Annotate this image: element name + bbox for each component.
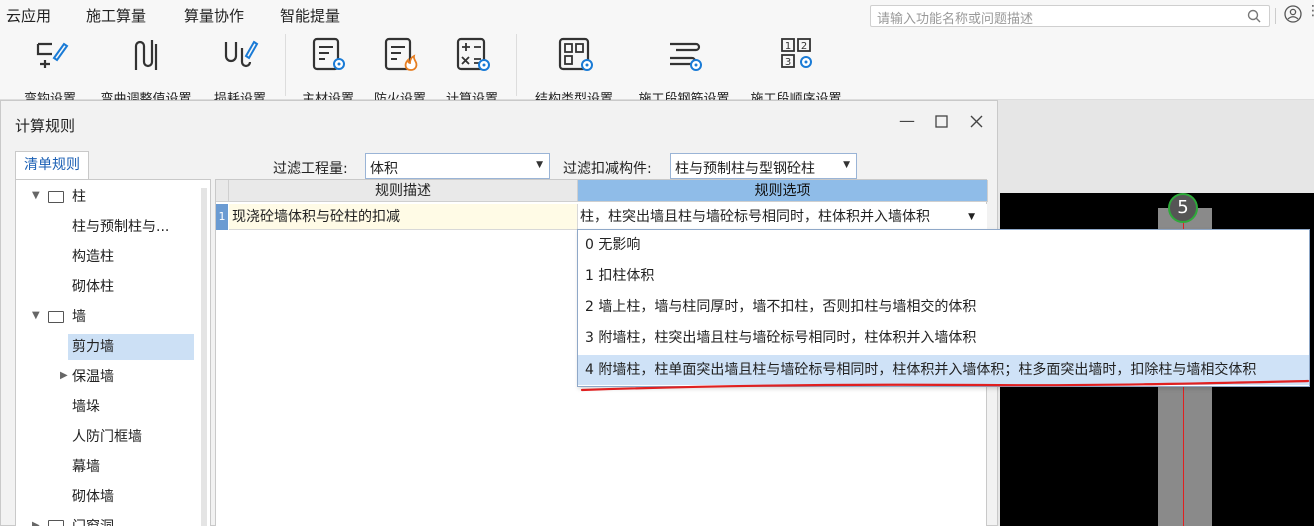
- segment-order-icon: 1 2 3: [781, 38, 812, 68]
- dropdown-option[interactable]: 2 墙上柱，墙与柱同厚时，墙不扣柱，否则扣柱与墙相交的体积: [578, 292, 1309, 322]
- structure-type-icon: [558, 37, 593, 71]
- filter-quantity-value: 体积: [370, 161, 398, 177]
- hook-settings-button[interactable]: 弯钩设置: [22, 32, 78, 107]
- dropdown-option[interactable]: 1 扣柱体积: [578, 261, 1309, 291]
- tree-node-shear-wall[interactable]: 剪力墙: [68, 334, 194, 360]
- tree-node-curtain-wall[interactable]: 幕墙: [72, 454, 100, 480]
- folder-icon: [48, 191, 64, 203]
- annotation-underline: [580, 379, 1310, 392]
- grid-header-option[interactable]: 规则选项: [578, 180, 988, 202]
- tree-node-door-window-opening[interactable]: 门窗洞: [72, 514, 114, 526]
- search-icon[interactable]: [1247, 9, 1261, 23]
- filter-quantity-label: 过滤工程量:: [273, 161, 348, 177]
- chevron-down-icon: ▼: [843, 160, 850, 170]
- axis-bubble[interactable]: 5: [1168, 193, 1198, 223]
- tree-node-wall[interactable]: 墙: [72, 304, 86, 330]
- chevron-right-icon[interactable]: ▶: [32, 520, 40, 526]
- bend-adjust-settings-button[interactable]: 弯曲调整值设置: [100, 32, 192, 107]
- hook-settings-icon: [36, 42, 69, 68]
- tree-node-wall-pier[interactable]: 墙垛: [72, 394, 100, 420]
- tree-scrollbar[interactable]: [201, 188, 207, 526]
- tree-node-precast-column[interactable]: 柱与预制柱与...: [72, 214, 169, 240]
- chevron-down-icon[interactable]: ▼: [32, 190, 40, 201]
- filter-deduct-label: 过滤扣减构件:: [563, 161, 652, 177]
- svg-text:2: 2: [801, 41, 807, 52]
- minimize-icon[interactable]: —: [899, 111, 915, 130]
- close-icon[interactable]: [970, 115, 983, 128]
- chevron-down-icon[interactable]: ▼: [968, 204, 975, 229]
- menu-bar: 云应用 施工算量 算量协作 智能提量 请输入功能名称或问题描述 ⋮: [0, 0, 1314, 30]
- tree-node-constructional-column[interactable]: 构造柱: [72, 244, 114, 270]
- svg-text:1: 1: [785, 41, 791, 52]
- menu-smart-extract[interactable]: 智能提量: [280, 5, 340, 26]
- rule-option-value: 柱，柱突出墙且柱与墙砼标号相同时，柱体积并入墙体积: [580, 209, 930, 225]
- svg-text:3: 3: [785, 57, 791, 68]
- menu-quantity-collab[interactable]: 算量协作: [184, 5, 244, 26]
- tree-node-civil-defense-door-wall[interactable]: 人防门框墙: [72, 424, 142, 450]
- bend-adjust-icon: [134, 40, 158, 70]
- structure-type-settings-button[interactable]: 结构类型设置: [535, 32, 613, 107]
- user-icon[interactable]: [1284, 5, 1302, 23]
- maximize-icon[interactable]: [935, 115, 948, 128]
- filter-deduct-select[interactable]: 柱与预制柱与型钢砼柱 ▼: [670, 153, 857, 179]
- menu-construction-quantity[interactable]: 施工算量: [86, 5, 146, 26]
- filter-deduct-value: 柱与预制柱与型钢砼柱: [675, 161, 815, 177]
- calculation-settings-icon: [456, 37, 490, 71]
- rule-option-dropdown: 0 无影响 1 扣柱体积 2 墙上柱，墙与柱同厚时，墙不扣柱，否则扣柱与墙相交的…: [577, 229, 1310, 387]
- tree-node-masonry-wall[interactable]: 砌体墙: [72, 484, 114, 510]
- dropdown-option[interactable]: 3 附墙柱，柱突出墙且柱与墙砼标号相同时，柱体积并入墙体积: [578, 323, 1309, 353]
- folder-icon: [48, 311, 64, 323]
- main-material-settings-icon: [312, 37, 345, 71]
- dialog-title: 计算规则: [15, 117, 76, 135]
- ribbon-toolbar: 置 弯钩设置 弯曲调整值设置 损耗设置 主材设置: [0, 30, 1314, 107]
- dropdown-option[interactable]: 0 无影响: [578, 230, 1309, 260]
- rule-description-cell[interactable]: 现浇砼墙体积与砼柱的扣减: [229, 204, 578, 230]
- function-search-input[interactable]: 请输入功能名称或问题描述: [870, 5, 1270, 27]
- fire-protection-icon: [384, 37, 418, 71]
- grid-corner: [216, 180, 229, 202]
- tree-node-masonry-column[interactable]: 砌体柱: [72, 274, 114, 300]
- chevron-down-icon: ▼: [536, 160, 543, 170]
- ribbon-divider: [516, 34, 517, 96]
- search-placeholder: 请输入功能名称或问题描述: [877, 12, 1034, 27]
- menu-divider: [1275, 8, 1276, 24]
- loss-settings-icon: [224, 40, 259, 68]
- segment-order-settings-button[interactable]: 1 2 3 施工段顺序设置: [750, 32, 842, 107]
- filter-quantity-select[interactable]: 体积 ▼: [365, 153, 550, 179]
- ribbon-divider: [285, 34, 286, 96]
- more-icon[interactable]: ⋮: [1306, 3, 1314, 19]
- calculation-settings-button[interactable]: 计算设置: [444, 32, 500, 107]
- tab-bill-rules[interactable]: 清单规则: [15, 151, 89, 179]
- row-number[interactable]: 1: [216, 204, 228, 230]
- segment-rebar-settings-button[interactable]: 施工段钢筋设置: [638, 32, 730, 107]
- chevron-down-icon[interactable]: ▼: [32, 310, 40, 321]
- menu-cloud-apps[interactable]: 云应用: [6, 5, 51, 26]
- folder-icon: [48, 520, 64, 526]
- chevron-right-icon[interactable]: ▶: [60, 370, 68, 381]
- grid-header-description[interactable]: 规则描述: [229, 180, 578, 202]
- rule-option-cell[interactable]: 柱，柱突出墙且柱与墙砼标号相同时，柱体积并入墙体积 ▼: [578, 204, 987, 230]
- component-tree: ▼ 柱 柱与预制柱与... 构造柱 砌体柱 ▼ 墙 剪力墙 ▶ 保温墙 墙垛 人…: [15, 179, 211, 526]
- segment-rebar-icon: [670, 42, 702, 71]
- tree-node-column[interactable]: 柱: [72, 184, 86, 210]
- tree-node-insulation-wall[interactable]: 保温墙: [72, 364, 114, 390]
